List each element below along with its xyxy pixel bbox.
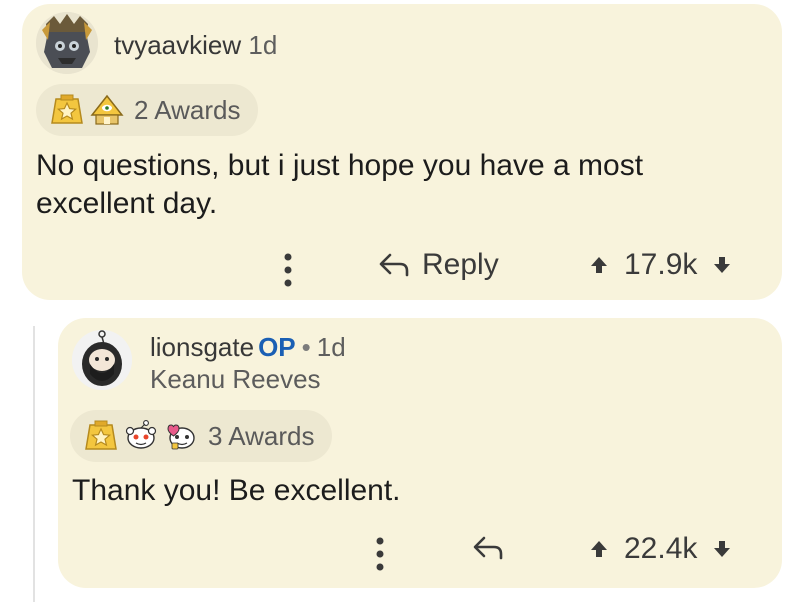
thread-line [33, 326, 35, 602]
more-options-icon[interactable] [376, 536, 384, 572]
username[interactable]: tvyaavkiew [114, 30, 241, 60]
eye-pyramid-award-icon [90, 94, 124, 125]
awards-pill[interactable]: 3 Awards [70, 410, 333, 462]
upvote-icon[interactable] [588, 254, 610, 276]
comment-age: 1d [248, 30, 278, 60]
star-award-icon [85, 420, 117, 450]
score: 22.4k [624, 532, 698, 565]
awards-count: 2 Awards [134, 94, 241, 125]
avatar[interactable] [72, 330, 132, 390]
comment-body: Thank you! Be excellent. [72, 474, 401, 507]
avatar[interactable] [36, 12, 98, 74]
star-award-icon [51, 94, 83, 124]
reply-button[interactable]: Reply [378, 248, 499, 282]
vote-controls: 17.9k [588, 248, 733, 282]
vote-controls: 22.4k [588, 532, 733, 566]
downvote-icon[interactable] [711, 538, 733, 560]
reply-button[interactable] [472, 534, 504, 562]
username[interactable]: lionsgate [150, 332, 254, 362]
comment-meta: tvyaavkiew 1d [114, 30, 277, 60]
awards-pill[interactable]: 2 Awards [36, 84, 259, 136]
reply-arrow-icon [473, 536, 503, 560]
comment-card: tvyaavkiew 1d 2 Awards No questions, but… [22, 4, 782, 300]
comment-meta: lionsgate OP • 1d [150, 332, 346, 362]
comment-card: lionsgateOP•1d Keanu Reeves 3 Awards [58, 318, 782, 588]
score: 17.9k [624, 248, 698, 281]
more-options-icon[interactable] [284, 252, 292, 288]
comment-age: 1d [316, 332, 346, 362]
upvote-icon[interactable] [588, 538, 610, 560]
reply-arrow-icon [379, 253, 409, 277]
snoo-face-award-icon [125, 420, 157, 449]
reply-label: Reply [422, 248, 499, 281]
snoo-heart-award-icon [167, 424, 195, 450]
comment-body: No questions, but i just hope you have a… [36, 149, 644, 220]
downvote-icon[interactable] [711, 254, 733, 276]
op-badge: OP [258, 332, 296, 362]
awards-count: 3 Awards [208, 420, 315, 451]
meta-separator: • [301, 332, 311, 362]
user-flair: Keanu Reeves [150, 364, 321, 394]
